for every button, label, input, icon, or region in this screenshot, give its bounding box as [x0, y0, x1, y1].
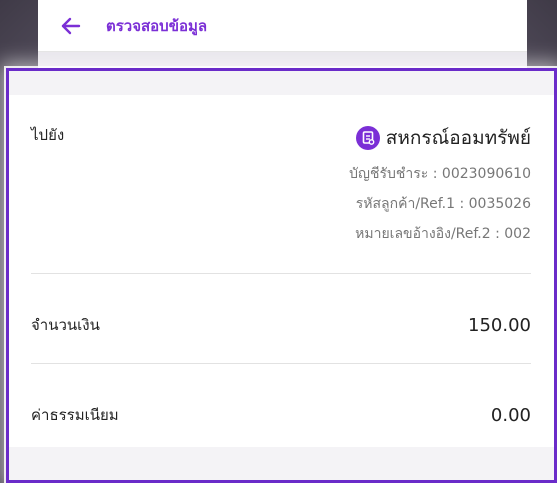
app-header: ตรวจสอบข้อมูล	[38, 0, 527, 52]
card-top-strip	[9, 71, 554, 95]
amount-value: 150.00	[468, 314, 531, 336]
to-row: ไปยัง สหกรณ์ออมทรัพย์ บัญชีรับชำระ : 002…	[31, 123, 531, 245]
page-title: ตรวจสอบข้อมูล	[106, 16, 208, 35]
fee-row: ค่าธรรมเนียม 0.00	[31, 403, 531, 427]
account-number: บัญชีรับชำระ : 0023090610	[349, 166, 531, 182]
ref2-value: หมายเลขอ้างอิง/Ref.2 : 002	[355, 226, 531, 242]
amount-label: จำนวนเงิน	[31, 316, 100, 334]
to-label: ไปยัง	[31, 126, 65, 144]
zoomed-detail-card: ไปยัง สหกรณ์ออมทรัพย์ บัญชีรับชำระ : 002…	[6, 68, 557, 483]
divider	[31, 363, 531, 364]
payee-name: สหกรณ์ออมทรัพย์	[385, 127, 531, 149]
payee-line: สหกรณ์ออมทรัพย์	[355, 123, 531, 153]
payee-details: สหกรณ์ออมทรัพย์ บัญชีรับชำระ : 002309061…	[349, 123, 531, 245]
cooperative-badge-icon	[355, 126, 380, 150]
arrow-left-icon[interactable]	[60, 15, 82, 37]
fee-value: 0.00	[490, 404, 531, 426]
card-bottom-strip	[9, 447, 554, 480]
divider	[31, 273, 531, 274]
amount-row: จำนวนเงิน 150.00	[31, 313, 531, 337]
fee-label: ค่าธรรมเนียม	[31, 406, 119, 424]
ref1-value: รหัสลูกค้า/Ref.1 : 0035026	[355, 196, 531, 212]
